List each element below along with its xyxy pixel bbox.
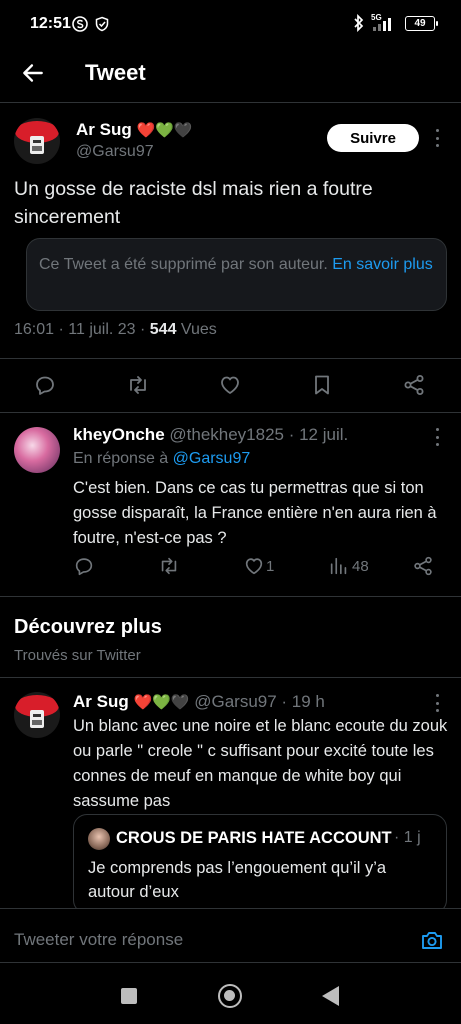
status-right-group: 5G 49 <box>353 13 438 32</box>
signal-icon: 5G <box>371 13 399 31</box>
deleted-quote-notice: Ce Tweet a été supprimé par son auteur. … <box>26 238 447 311</box>
reply-actions-bar: 1 48 <box>0 553 461 583</box>
like-icon[interactable] <box>218 373 242 397</box>
discover-hearts: ❤️💚🖤 <box>133 694 190 711</box>
reply-composer[interactable]: Tweeter votre réponse <box>0 908 461 963</box>
quote-author-name: CROUS DE PARIS HATE ACCOUNT <box>116 829 392 847</box>
author-name[interactable]: Ar Sug ❤️💚🖤 <box>76 120 193 140</box>
views-label: Vues <box>176 321 217 338</box>
retweet-icon[interactable] <box>126 373 150 397</box>
quote-time: · 1 j <box>394 829 421 846</box>
discover-author-name: Ar Sug <box>73 692 129 711</box>
tweet-meta: 16:01 · 11 juil. 23 · 544 Vues <box>14 321 217 339</box>
home-button[interactable] <box>218 984 242 1008</box>
discover-handle-time: @Garsu97 · 19 h <box>189 692 325 711</box>
discover-subtitle: Trouvés sur Twitter <box>14 647 141 664</box>
reply-views-icon[interactable] <box>328 555 350 577</box>
follow-button[interactable]: Suivre <box>327 124 419 152</box>
divider <box>0 677 461 678</box>
reply-like-icon[interactable] <box>243 555 265 577</box>
discover-more-icon[interactable] <box>434 694 440 712</box>
tweet-text: Un gosse de raciste dsl mais rien a fout… <box>14 178 373 228</box>
quote-avatar <box>88 828 110 850</box>
system-back-button[interactable] <box>322 986 339 1006</box>
back-arrow-icon[interactable] <box>20 60 46 86</box>
notification-s-icon <box>72 16 88 32</box>
discover-avatar[interactable] <box>14 692 60 738</box>
learn-more-link[interactable]: En savoir plus <box>332 256 433 273</box>
author-handle[interactable]: @Garsu97 <box>76 143 154 161</box>
in-reply-to-link[interactable]: @Garsu97 <box>173 450 251 467</box>
reply-input[interactable]: Tweeter votre réponse <box>14 930 183 950</box>
reply-icon[interactable] <box>33 373 57 397</box>
bluetooth-icon <box>354 14 364 32</box>
more-options-icon[interactable] <box>434 129 440 147</box>
divider <box>0 596 461 597</box>
reply-views-count: 48 <box>352 558 369 575</box>
discover-avatar-image <box>14 692 60 738</box>
reply-reply-icon[interactable] <box>73 555 95 577</box>
network-label: 5G <box>371 13 382 22</box>
reply-retweet-icon[interactable] <box>158 555 180 577</box>
shield-check-icon <box>95 16 109 32</box>
reply-author-name: kheyOnche <box>73 425 165 444</box>
reply-author[interactable]: kheyOnche @thekhey1825 · 12 juil. <box>73 425 348 445</box>
reply-more-icon[interactable] <box>434 428 440 446</box>
reply-like-count: 1 <box>266 558 275 575</box>
camera-icon[interactable] <box>420 928 444 952</box>
quoted-tweet[interactable]: CROUS DE PARIS HATE ACCOUNT · 1 j Je com… <box>73 814 447 914</box>
author-avatar[interactable] <box>14 118 60 164</box>
quote-text: Je comprends pas l’engouement qu’il y’a … <box>88 859 387 901</box>
discover-title: Découvrez plus <box>14 616 162 638</box>
system-nav-bar <box>0 964 461 1024</box>
in-reply-to: En réponse à @Garsu97 <box>73 450 251 467</box>
reply-avatar[interactable] <box>14 427 60 473</box>
discover-text: Un blanc avec une noire et le blanc ecou… <box>73 717 448 810</box>
status-bar: 12:51 5G 49 <box>0 0 461 50</box>
top-header: Tweet <box>0 50 461 103</box>
status-time: 12:51 <box>30 15 71 32</box>
reply-text: C'est bien. Dans ce cas tu permettras qu… <box>73 479 437 547</box>
share-icon[interactable] <box>402 373 426 397</box>
battery-level: 49 <box>414 17 426 29</box>
page-title: Tweet <box>85 60 146 85</box>
bookmark-icon[interactable] <box>310 373 334 397</box>
reply-handle-date: @thekhey1825 · 12 juil. <box>164 425 349 444</box>
recent-apps-button[interactable] <box>121 988 137 1004</box>
tweet-timestamp: 16:01 · 11 juil. 23 · <box>14 321 150 338</box>
author-hearts: ❤️💚🖤 <box>136 122 193 139</box>
discover-author[interactable]: Ar Sug ❤️💚🖤 @Garsu97 · 19 h <box>73 692 325 712</box>
views-count: 544 <box>149 321 177 338</box>
deleted-notice-text: Ce Tweet a été supprimé par son auteur. <box>39 256 328 273</box>
tweet-actions-bar <box>0 358 461 413</box>
battery-icon: 49 <box>405 15 438 31</box>
reply-share-icon[interactable] <box>412 555 434 577</box>
author-avatar-image <box>14 118 60 164</box>
